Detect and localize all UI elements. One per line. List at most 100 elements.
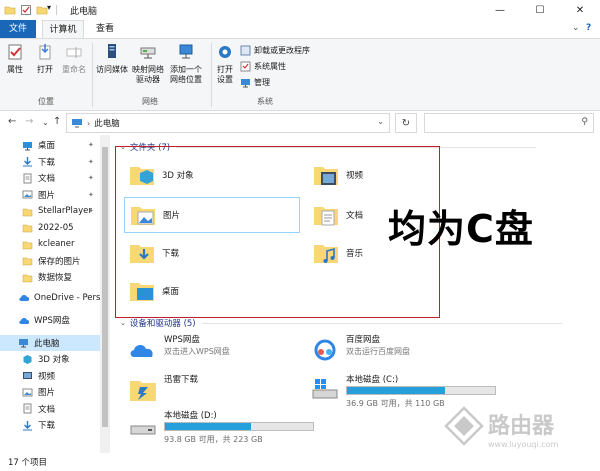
sidebar-item[interactable]: 图片 ✦ [0,187,100,203]
rename-button[interactable]: 重命名 [62,43,86,75]
download-icon [23,420,32,430]
help-icon[interactable]: ? [586,23,591,33]
sidebar-item-label: 视频 [38,371,56,382]
search-input[interactable]: ⚲ [424,113,594,133]
open-label: 打开 [37,65,53,74]
sidebar-item[interactable]: 下载 ✦ [0,154,100,170]
drive-capacity: 93.8 GB 可用，共 223 GB [164,435,263,444]
sidebar-item-label: 下载 [38,157,56,168]
sidebar-item[interactable]: 文档 ✦ [0,170,100,186]
document-icon [23,173,32,183]
refresh-button[interactable]: ↻ [395,113,417,133]
properties-icon [8,44,22,60]
sidebar-item-label: kcleaner [38,239,75,249]
minimize-button[interactable]: — [480,0,520,20]
device-name: 迅雷下载 [164,375,199,385]
address-dropdown-icon[interactable]: ⌄ [377,117,384,126]
sidebar-item[interactable]: 2022-05 [0,220,100,236]
wps-cloud-icon [130,344,153,357]
device-item-drive-d[interactable]: 本地磁盘 (D:) 93.8 GB 可用，共 223 GB [128,409,328,451]
access-media-label: 访问媒体 [96,65,128,74]
tab-file[interactable]: 文件 [0,20,36,38]
breadcrumb-chevron-icon[interactable]: › [87,119,90,128]
divider [92,43,93,107]
sidebar-item[interactable]: 3D 对象 [0,351,100,367]
watermark-url: www.luyouqi.com [488,440,559,449]
close-button[interactable]: ✕ [560,0,600,20]
recent-locations-icon[interactable]: ⌄ [42,118,49,127]
properties-button[interactable]: 属性 [6,43,24,75]
sidebar-item[interactable]: 保存的图片 [0,253,100,269]
manage-button[interactable]: 管理 [240,77,270,88]
sidebar-item-label: 3D 对象 [38,355,70,365]
folder-icon [22,208,33,216]
properties-icon[interactable] [20,4,32,16]
sidebar-item[interactable]: 桌面 ✦ [0,137,100,153]
pin-icon: ✦ [88,190,94,199]
hard-drive-icon [130,425,156,435]
map-drive-button[interactable]: 映射网络 驱动器 [132,43,164,85]
scroll-thumb[interactable] [102,147,108,427]
xunlei-folder-icon [130,381,156,401]
divider [56,5,57,15]
sidebar-item-label: 保存的图片 [38,256,81,267]
maximize-button[interactable]: ☐ [520,0,560,20]
cloud-icon [19,317,29,324]
sidebar-item[interactable]: 文档 [0,401,100,417]
watermark-text: 路由器 [488,414,555,439]
rename-label: 重命名 [62,65,86,74]
search-icon: ⚲ [581,117,588,127]
devices-section-header[interactable]: ⌄ 设备和驱动器 (5) [120,317,562,329]
ribbon-collapse-icon[interactable]: ⌄ [572,23,580,33]
device-item-wps-drive[interactable]: WPS网盘 双击进入WPS网盘 [128,333,298,375]
sidebar-item[interactable]: WPS网盘 [0,312,100,328]
qat-dropdown-icon[interactable]: ▾ [47,3,59,15]
add-network-location-button[interactable]: 添加一个 网络位置 [170,43,202,85]
sidebar-item[interactable]: 此电脑 [0,334,100,351]
picture-icon [22,190,33,199]
media-server-icon [108,44,116,58]
sidebar-item-label: 文档 [38,404,56,415]
sidebar-item[interactable]: 视频 [0,368,100,384]
document-icon [23,403,32,414]
sidebar-item[interactable]: OneDrive - Perso [0,290,100,306]
sidebar-item[interactable]: StellarPlayer ✦ [0,203,100,219]
device-item-baidu-drive[interactable]: 百度网盘 双击运行百度网盘 [310,333,480,375]
access-media-button[interactable]: 访问媒体 [96,43,128,75]
ribbon-tabs: 文件 计算机 查看 ⌄ ? [0,20,600,39]
title-bar: ▾ 此电脑 — ☐ ✕ [0,0,600,20]
nav-scrollbar[interactable] [100,135,110,453]
tab-computer[interactable]: 计算机 [42,20,84,39]
sidebar-item-label: 数据恢复 [38,273,73,283]
manage-icon [241,79,250,88]
address-bar[interactable]: › 此电脑 ⌄ [66,113,390,133]
device-name: 百度网盘 [346,335,381,345]
breadcrumb[interactable]: 此电脑 [94,117,120,129]
sidebar-item[interactable]: 下载 [0,417,100,433]
sidebar-item-label: 图片 [38,388,56,398]
sidebar-item-label: 图片 [38,190,56,201]
watermark: 路由器 www.luyouqi.com [440,400,592,462]
desktop-icon [23,141,32,150]
uninstall-program-button[interactable]: 卸载或更改程序 [240,45,310,56]
sidebar-item[interactable]: 图片 [0,384,100,400]
up-icon[interactable]: ↑ [53,116,61,127]
system-properties-button[interactable]: 系统属性 [240,61,286,72]
manage-label: 管理 [254,78,270,87]
back-icon[interactable]: ← [8,116,16,127]
tab-view[interactable]: 查看 [88,20,122,38]
open-settings-button[interactable]: 打开 设置 [216,43,234,85]
sidebar-item-label: 下载 [38,421,56,431]
sidebar-item[interactable]: kcleaner [0,236,100,252]
system-properties-icon [240,61,251,72]
forward-icon[interactable]: → [25,116,33,127]
sidebar-item[interactable]: 数据恢复 [0,269,100,285]
uninstall-program-label: 卸载或更改程序 [254,46,310,55]
add-network-location-label: 添加一个 网络位置 [170,65,202,84]
open-button[interactable]: 打开 [36,43,54,75]
annotation-caption: 均为C盘 [388,207,534,251]
group-label-location: 位置 [38,97,54,106]
gear-icon [219,46,231,58]
folder-icon [22,241,33,249]
system-properties-label: 系统属性 [254,62,286,71]
